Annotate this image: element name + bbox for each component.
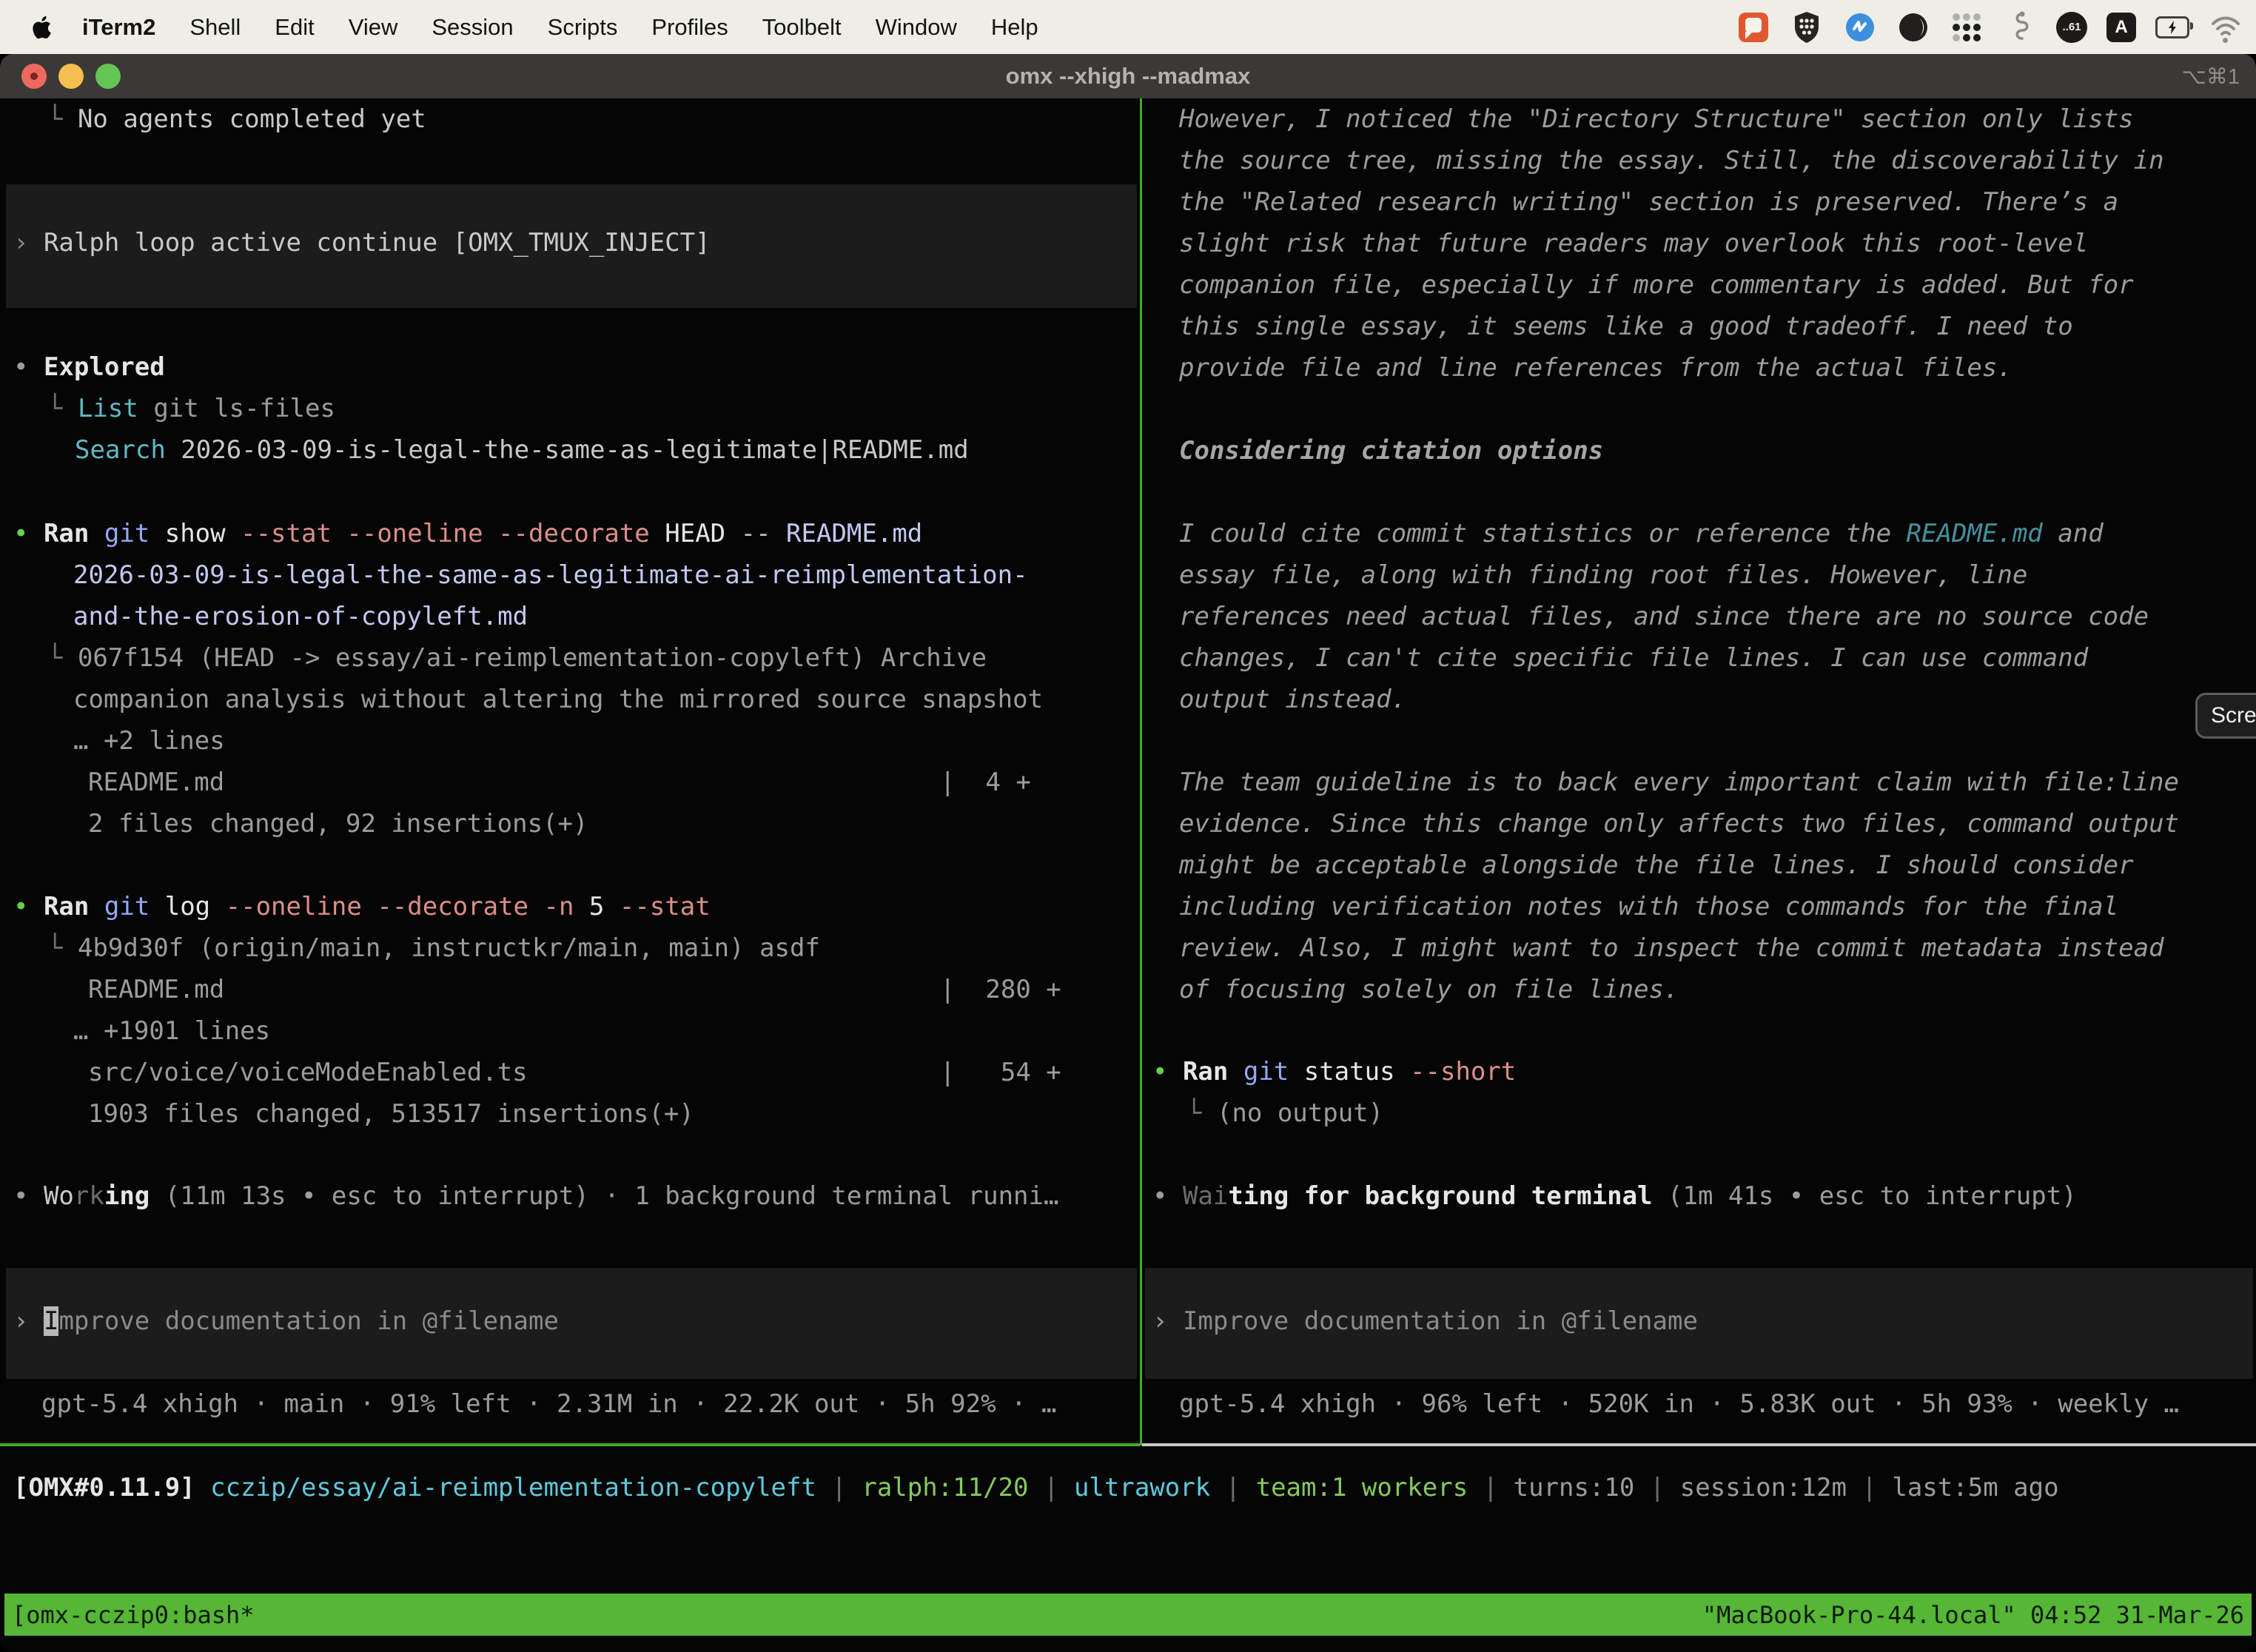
terminal-line: • Explored (13, 349, 165, 385)
dark-crescent-icon[interactable] (1896, 10, 1930, 44)
terminal-line: └ (no output) (1186, 1095, 1383, 1131)
terminal-line: slight risk that future readers may over… (1179, 226, 2088, 261)
terminal-line: including verification notes with those … (1179, 889, 2118, 924)
menubar-status-icons: ..61 A (1736, 10, 2243, 44)
terminal-line: However, I noticed the "Directory Struct… (1179, 101, 2134, 137)
terminal-line: companion analysis without altering the … (73, 682, 1043, 717)
terminal-line: evidence. Since this change only affects… (1179, 806, 2179, 842)
terminal-line: the source tree, missing the essay. Stil… (1179, 143, 2164, 178)
terminal-line: └ No agents completed yet (47, 101, 426, 137)
terminal-line: and-the-erosion-of-copyleft.md (73, 599, 528, 634)
terminal-line: • Waiting for background terminal (1m 41… (1152, 1178, 2077, 1214)
keyboard-layout-icon[interactable]: A (2106, 13, 2136, 42)
menu-item-session[interactable]: Session (414, 14, 530, 41)
terminal-line: Considering citation options (1179, 433, 1603, 469)
dots-grid-icon[interactable] (1950, 10, 1984, 44)
terminal-line: the "Related research writing" section i… (1179, 184, 2118, 220)
terminal-line: Search 2026-03-09-is-legal-the-same-as-l… (75, 432, 969, 468)
battery-icon[interactable] (2155, 10, 2189, 44)
terminal-line: 2 files changed, 92 insertions(+) (88, 806, 588, 842)
terminal-line: review. Also, I might want to inspect th… (1179, 930, 2164, 966)
terminal-line: › Improve documentation in @filename (1152, 1303, 1698, 1339)
terminal-line: README.md| 4 + (88, 765, 224, 800)
tmux-session-label: [omx-cczip0:bash* (12, 1601, 255, 1629)
screen-tooltip-overlay[interactable]: Scre (2195, 693, 2256, 739)
menu-item-shell[interactable]: Shell (172, 14, 258, 41)
menu-item-view[interactable]: View (332, 14, 415, 41)
menu-item-profiles[interactable]: Profiles (634, 14, 745, 41)
terminal-line: gpt-5.4 xhigh · main · 91% left · 2.31M … (41, 1386, 1056, 1422)
menu-item-toolbelt[interactable]: Toolbelt (745, 14, 859, 41)
tmux-status-bar: [omx-cczip0:bash* "MacBook-Pro-44.local"… (4, 1594, 2252, 1636)
terminal-line: this single essay, it seems like a good … (1179, 309, 2073, 344)
terminal-line: gpt-5.4 xhigh · 96% left · 520K in · 5.8… (1179, 1386, 2179, 1422)
iterm2-window: omx --xhigh --madmax ⌥⌘1 └ No agents com… (0, 54, 2256, 1652)
terminal-line: └ 4b9d30f (origin/main, instructkr/main,… (47, 930, 820, 966)
menu-item-iterm2[interactable]: iTerm2 (65, 14, 172, 41)
terminal-line: • Working (11m 13s • esc to interrupt) ·… (13, 1178, 1058, 1214)
chat-app-icon[interactable] (1736, 10, 1770, 44)
terminal-line: • Ran git show --stat --oneline --decora… (13, 516, 922, 551)
terminal-line: › Improve documentation in @filename (13, 1303, 559, 1339)
terminal-line: output instead. (1179, 682, 1406, 717)
wifi-icon[interactable] (2209, 10, 2243, 44)
terminal-line: 2026-03-09-is-legal-the-same-as-legitima… (73, 557, 1028, 593)
terminal-line: [OMX#0.11.9] cczip/essay/ai-reimplementa… (13, 1470, 2059, 1505)
terminal-line: The team guideline is to back every impo… (1179, 765, 2179, 800)
terminal-line: might be acceptable alongside the file l… (1179, 847, 2134, 883)
terminal-pane-right[interactable]: However, I noticed the "Directory Struct… (1142, 98, 2256, 1443)
terminal-pane-left[interactable]: └ No agents completed yet › Ralph loop ac… (0, 98, 1140, 1443)
terminal-line: changes, I can't cite specific file line… (1179, 640, 2088, 676)
terminal-line: essay file, along with finding root file… (1179, 557, 2027, 593)
shield-grid-icon[interactable] (1790, 10, 1824, 44)
blue-badge-icon[interactable] (1843, 10, 1877, 44)
macos-menu-bar: iTerm2ShellEditViewSessionScriptsProfile… (0, 0, 2256, 54)
terminal-line: └ 067f154 (HEAD -> essay/ai-reimplementa… (47, 640, 987, 676)
window-title-bar[interactable]: omx --xhigh --madmax ⌥⌘1 (0, 54, 2256, 98)
menu-item-window[interactable]: Window (859, 14, 974, 41)
menu-item-edit[interactable]: Edit (258, 14, 331, 41)
terminal-line: of focusing solely on file lines. (1179, 972, 1679, 1007)
terminal-line: companion file, especially if more comme… (1179, 267, 2134, 303)
terminal-line: › Ralph loop active continue [OMX_TMUX_I… (13, 225, 711, 261)
window-shortcut-badge: ⌥⌘1 (2181, 54, 2240, 98)
menu-item-help[interactable]: Help (974, 14, 1055, 41)
pane-border-bottom-right (1142, 1443, 2256, 1446)
screen: { "menu_bar": { "items": ["iTerm2", "She… (0, 0, 2256, 1652)
menu-items: iTerm2ShellEditViewSessionScriptsProfile… (65, 14, 1055, 41)
terminal-line: src/voice/voiceModeEnabled.ts| 54 + (88, 1055, 528, 1090)
window-title: omx --xhigh --madmax (0, 54, 2256, 98)
terminal-line: 1903 files changed, 513517 insertions(+) (88, 1096, 694, 1132)
omx-status-line: [OMX#0.11.9] cczip/essay/ai-reimplementa… (13, 1470, 2241, 1511)
terminal-line: references need actual files, and since … (1179, 599, 2149, 634)
terminal-line: • Ran git status --short (1152, 1054, 1516, 1089)
terminal-line: … +1901 lines (73, 1013, 270, 1049)
tmux-host-clock: "MacBook-Pro-44.local" 04:52 31-Mar-26 (1702, 1601, 2244, 1629)
squiggle-icon[interactable] (2003, 10, 2037, 44)
terminal-line: └ List git ls-files (47, 391, 335, 426)
terminal-line: README.md| 280 + (88, 972, 224, 1007)
terminal-line: provide file and line references from th… (1179, 350, 2012, 386)
pane-border-bottom-left (0, 1443, 1140, 1446)
apple-menu-icon[interactable] (33, 15, 55, 40)
terminal-line: I could cite commit statistics or refere… (1179, 516, 2104, 551)
terminal-line: … +2 lines (73, 723, 225, 759)
terminal-line: • Ran git log --oneline --decorate -n 5 … (13, 889, 711, 924)
percent-badge-icon[interactable]: ..61 (2056, 12, 2087, 43)
pane-divider-vertical[interactable] (1140, 98, 1142, 1446)
menu-item-scripts[interactable]: Scripts (531, 14, 635, 41)
